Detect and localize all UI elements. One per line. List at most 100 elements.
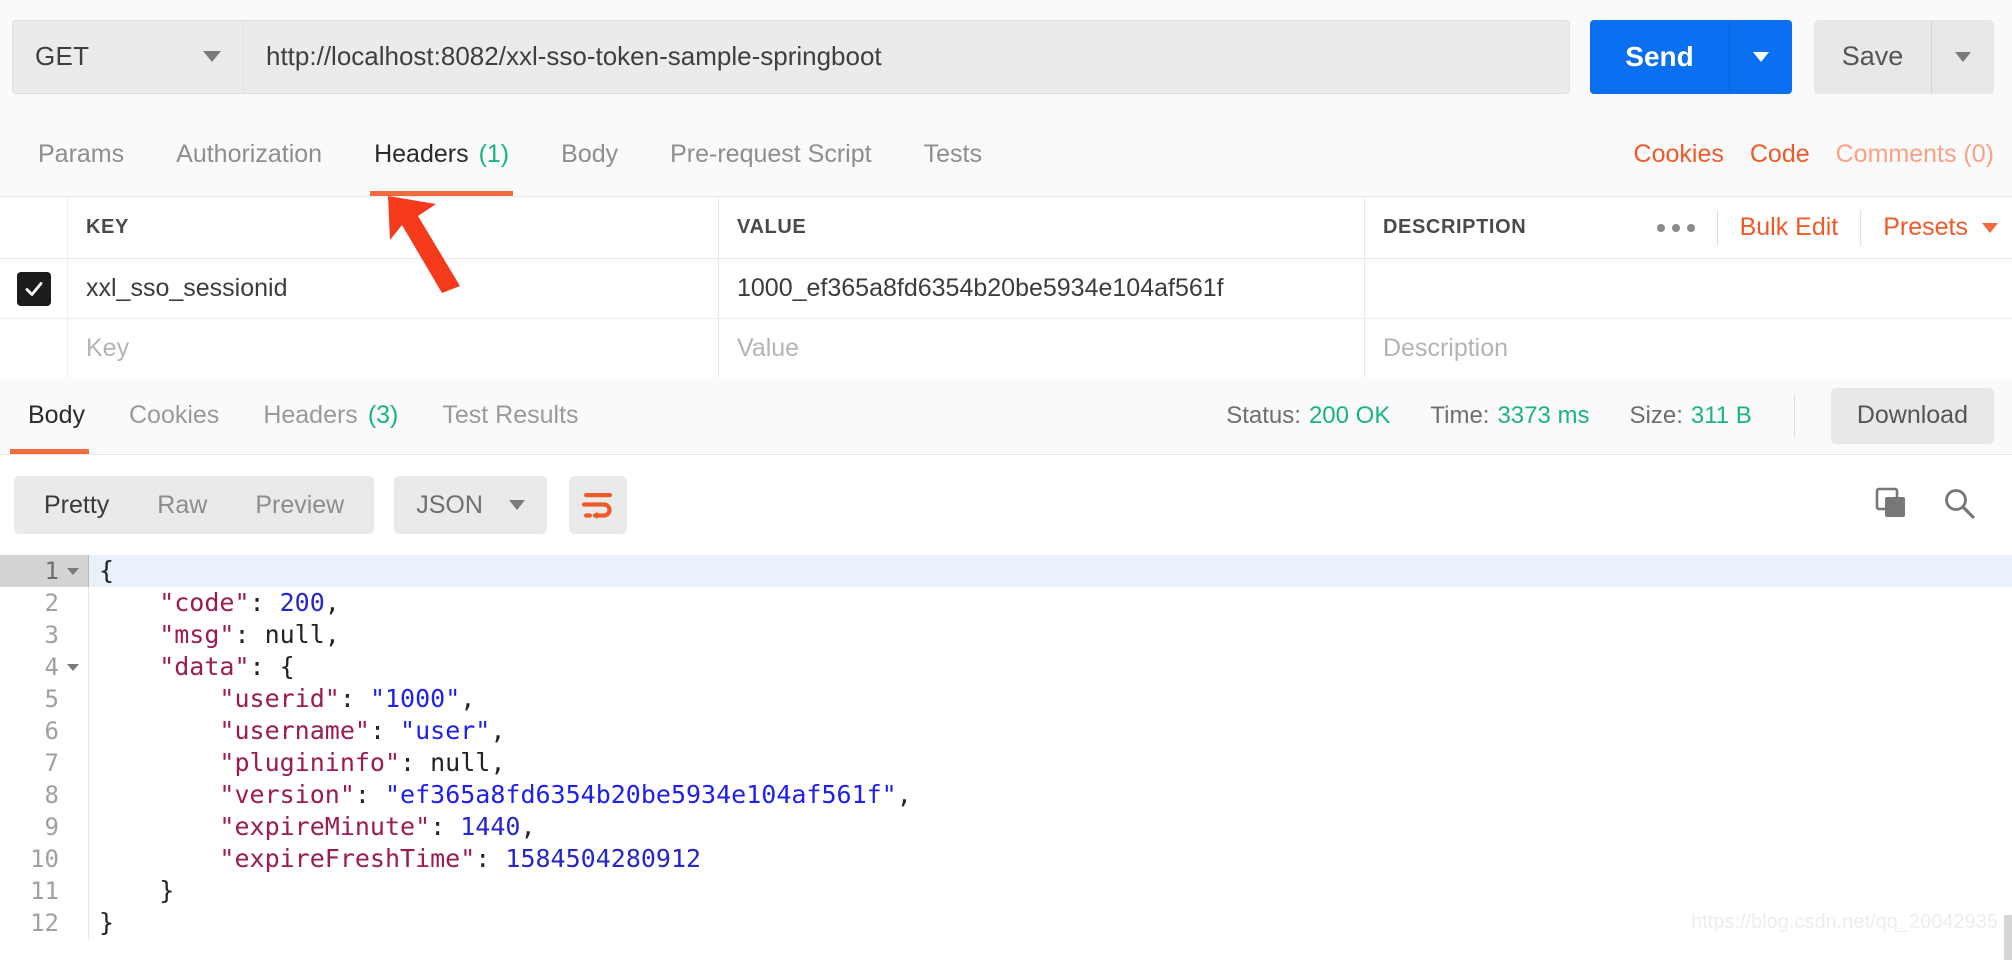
code-line-text: "expireFreshTime": 1584504280912	[88, 843, 701, 875]
save-options-button[interactable]	[1932, 19, 1994, 94]
code-line-text: "version": "ef365a8fd6354b20be5934e104af…	[88, 779, 912, 811]
new-description-placeholder: Description	[1383, 334, 1509, 362]
code-line-text: "expireMinute": 1440,	[88, 811, 536, 843]
code-line: 9 "expireMinute": 1440,	[0, 811, 2012, 843]
line-number: 5	[0, 683, 88, 715]
download-button[interactable]: Download	[1830, 387, 1994, 444]
code-line: 7 "plugininfo": null,	[0, 747, 2012, 779]
new-key-placeholder: Key	[86, 334, 130, 362]
chevron-down-icon	[1982, 222, 1998, 233]
response-body-code[interactable]: 1{2 "code": 200, 3 "msg": null, 4 "data": …	[0, 555, 2012, 960]
request-url-bar: GET http://localhost:8082/xxl-sso-token-…	[0, 0, 2012, 113]
column-label: DESCRIPTION	[1383, 216, 1527, 238]
response-tab-headers[interactable]: Headers (3)	[241, 377, 420, 454]
row-description-cell[interactable]	[1365, 259, 2012, 318]
tab-tests[interactable]: Tests	[898, 113, 1008, 196]
tab-body[interactable]: Body	[535, 113, 644, 196]
row-checkbox-cell	[0, 319, 68, 378]
view-mode-pretty[interactable]: Pretty	[20, 476, 133, 534]
word-wrap-icon	[581, 493, 612, 520]
presets-dropdown[interactable]: Presets	[1883, 213, 1998, 242]
code-line-text: "plugininfo": null,	[88, 747, 505, 779]
row-value-cell[interactable]: 1000_ef365a8fd6354b20be5934e104af561f	[719, 259, 1365, 318]
more-options-icon[interactable]	[1656, 223, 1695, 232]
send-options-button[interactable]	[1730, 19, 1792, 94]
bulk-edit-button[interactable]: Bulk Edit	[1740, 213, 1839, 242]
vertical-scrollbar[interactable]	[2004, 915, 2012, 960]
copy-icon[interactable]	[1874, 486, 1908, 525]
divider	[1860, 209, 1862, 246]
row-key-cell[interactable]: xxl_sso_sessionid	[68, 259, 719, 318]
line-number: 8	[0, 779, 88, 811]
new-description-input[interactable]: Description	[1365, 319, 2012, 378]
response-tab-body[interactable]: Body	[6, 377, 107, 454]
cookies-link[interactable]: Cookies	[1634, 140, 1724, 169]
time-badge: Time: 3373 ms	[1430, 402, 1589, 430]
size-value: 311 B	[1690, 401, 1752, 429]
tab-label: Test Results	[442, 401, 579, 429]
fold-toggle-icon[interactable]	[67, 567, 79, 575]
tab-authorization[interactable]: Authorization	[150, 113, 348, 196]
save-button[interactable]: Save	[1814, 19, 1932, 94]
code-line-text: "userid": "1000",	[88, 683, 475, 715]
word-wrap-toggle[interactable]	[568, 476, 627, 534]
send-button[interactable]: Send	[1590, 19, 1730, 94]
request-tab-actions: Cookies Code Comments (0)	[1634, 113, 2012, 196]
code-line-text: "data": {	[88, 651, 295, 683]
tab-pre-request-script[interactable]: Pre-request Script	[644, 113, 897, 196]
tab-label: Body	[28, 401, 85, 429]
line-number: 3	[0, 619, 88, 651]
tab-label: Authorization	[176, 140, 323, 168]
headers-table: KEY VALUE DESCRIPTION Bulk Edit Presets	[0, 197, 2012, 379]
view-mode-raw[interactable]: Raw	[133, 476, 231, 534]
line-number: 6	[0, 715, 88, 747]
chevron-down-icon	[1955, 51, 1971, 62]
chevron-down-icon	[508, 500, 525, 510]
table-row-new: Key Value Description	[0, 319, 2012, 379]
tab-label: Body	[561, 140, 619, 168]
http-method-select[interactable]: GET	[12, 19, 244, 94]
response-tab-bar: Body Cookies Headers (3) Test Results St…	[0, 377, 2012, 455]
new-value-input[interactable]: Value	[719, 319, 1365, 378]
row-enabled-checkbox[interactable]	[16, 271, 51, 306]
tab-params[interactable]: Params	[12, 113, 150, 196]
code-line-text: }	[88, 907, 114, 939]
status-label: Status:	[1226, 401, 1301, 429]
header-checkbox-column	[0, 197, 68, 258]
code-link[interactable]: Code	[1750, 140, 1810, 169]
new-value-placeholder: Value	[737, 334, 800, 362]
search-icon[interactable]	[1942, 486, 1976, 525]
format-select[interactable]: JSON	[394, 476, 547, 534]
presets-label: Presets	[1883, 213, 1968, 241]
save-button-group: Save	[1814, 19, 1994, 94]
fold-toggle-icon[interactable]	[67, 663, 79, 671]
code-line: 5 "userid": "1000",	[0, 683, 2012, 715]
line-number: 4	[0, 651, 88, 683]
request-url-input[interactable]: http://localhost:8082/xxl-sso-token-samp…	[244, 19, 1570, 94]
code-line-text: "username": "user",	[88, 715, 505, 747]
tab-count-badge: (1)	[478, 140, 510, 168]
status-badge: Status: 200 OK	[1226, 402, 1390, 430]
line-number: 11	[0, 875, 88, 907]
new-key-input[interactable]: Key	[68, 319, 719, 378]
tab-headers[interactable]: Headers (1)	[348, 113, 535, 196]
response-tab-cookies[interactable]: Cookies	[107, 377, 241, 454]
response-tab-test-results[interactable]: Test Results	[420, 377, 600, 454]
code-line-text: }	[88, 875, 174, 907]
code-line-text: "msg": null,	[88, 619, 340, 651]
response-body-toolbar: Pretty Raw Preview JSON	[0, 455, 2012, 555]
table-row: xxl_sso_sessionid 1000_ef365a8fd6354b20b…	[0, 259, 2012, 319]
tab-label: Params	[38, 140, 125, 168]
line-number: 10	[0, 843, 88, 875]
row-key-text: xxl_sso_sessionid	[86, 274, 288, 302]
view-mode-preview[interactable]: Preview	[231, 476, 368, 534]
format-label: JSON	[416, 490, 483, 519]
comments-link[interactable]: Comments (0)	[1836, 140, 1994, 169]
divider	[1793, 394, 1795, 437]
